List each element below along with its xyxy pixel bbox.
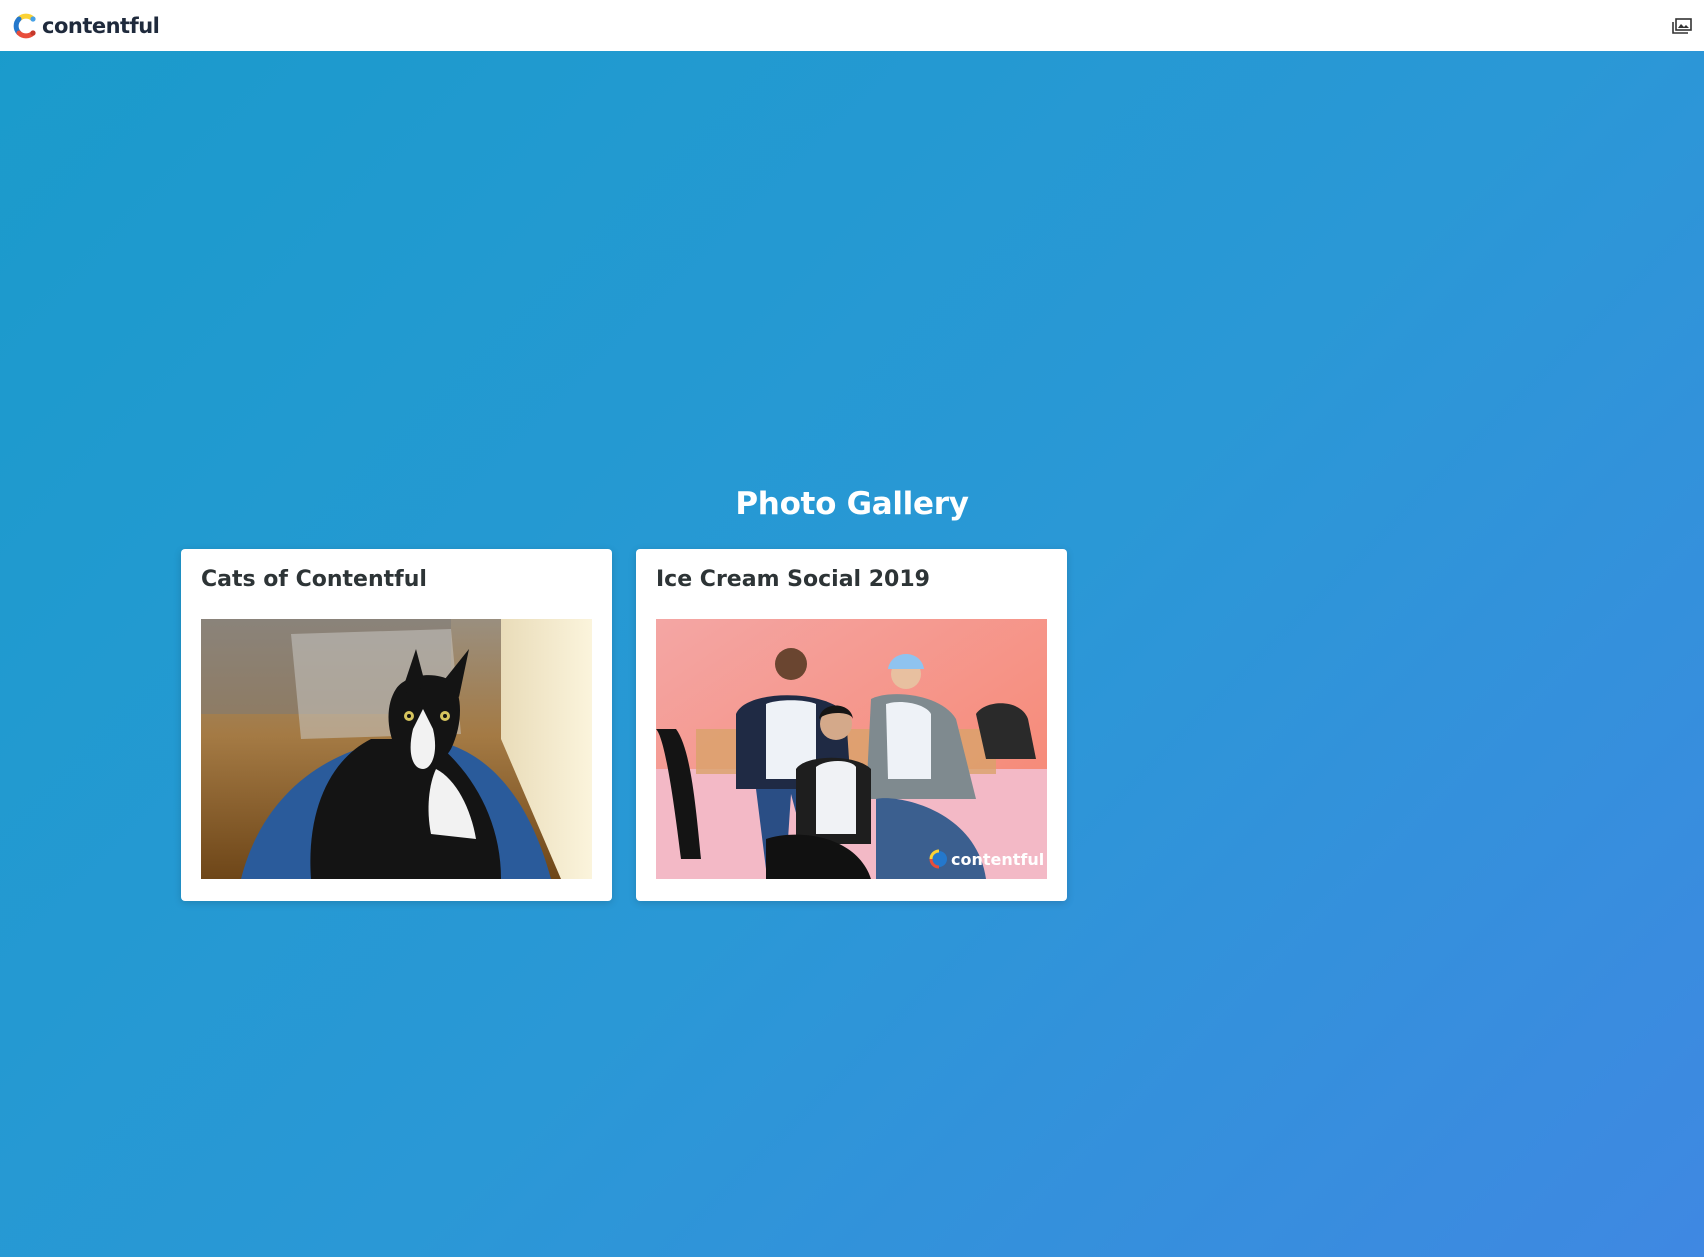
brand-name: contentful [42, 13, 160, 38]
card-image[interactable] [201, 619, 592, 879]
card-image[interactable]: contentful [656, 619, 1047, 879]
gallery-icon[interactable] [1672, 17, 1692, 34]
ice-cream-social-photo: contentful [656, 619, 1047, 879]
card-title: Ice Cream Social 2019 [656, 567, 930, 592]
cat-photo [201, 619, 592, 879]
page-title: Photo Gallery [735, 486, 969, 522]
gallery-card[interactable]: Ice Cream Social 2019 contentful [636, 549, 1067, 901]
watermark-text: contentful [951, 850, 1044, 869]
contentful-logo-icon [13, 13, 36, 38]
brand[interactable]: contentful [12, 12, 160, 40]
card-title: Cats of Contentful [201, 567, 427, 592]
top-bar: contentful [0, 0, 1704, 51]
gallery-card[interactable]: Cats of Contentful [181, 549, 612, 901]
